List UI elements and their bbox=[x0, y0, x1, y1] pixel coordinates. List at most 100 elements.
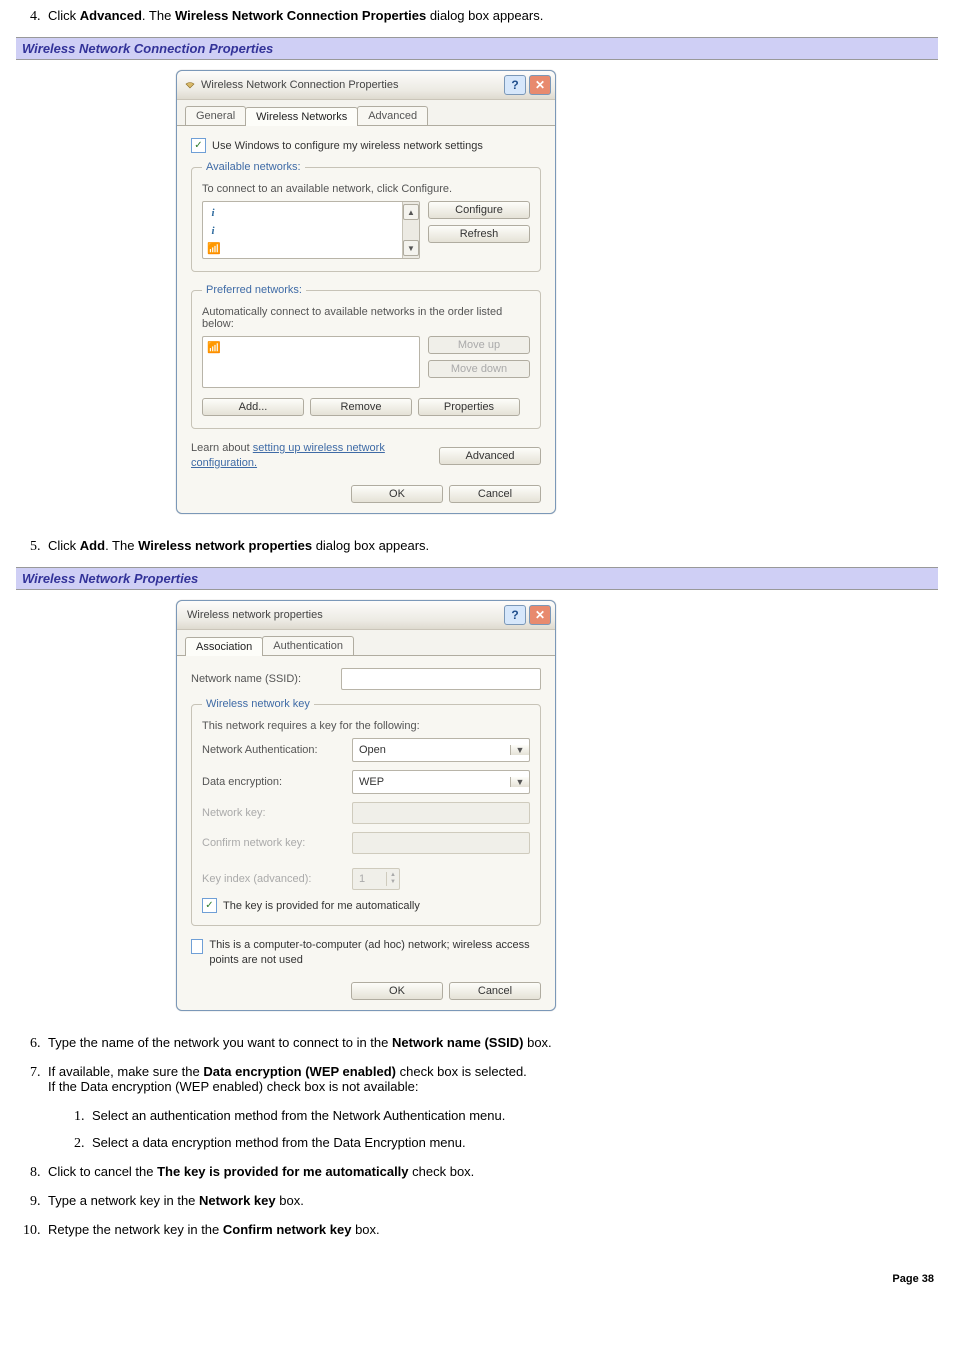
bold-text: The key is provided for me automatically bbox=[157, 1164, 408, 1179]
connection-properties-dialog: Wireless Network Connection Properties ?… bbox=[176, 70, 556, 514]
step-6: Type the name of the network you want to… bbox=[44, 1035, 938, 1052]
step-5: Click Add. The Wireless network properti… bbox=[44, 538, 938, 555]
step-7-sub-1: Select an authentication method from the… bbox=[88, 1108, 938, 1125]
network-item[interactable]: 📶 bbox=[207, 339, 415, 357]
advanced-button[interactable]: Advanced bbox=[439, 447, 541, 465]
wireless-key-fieldset: Wireless network key This network requir… bbox=[191, 698, 541, 926]
bold-text: Network name (SSID) bbox=[392, 1035, 523, 1050]
dialog-title: Wireless Network Connection Properties bbox=[201, 79, 501, 91]
page-number: Page 38 bbox=[892, 1273, 934, 1285]
tab-wireless-networks[interactable]: Wireless Networks bbox=[245, 107, 358, 126]
data-encryption-label: Data encryption: bbox=[202, 776, 352, 788]
available-networks-list[interactable]: i i 📶 ▲ ▼ bbox=[202, 201, 420, 259]
text: box. bbox=[351, 1222, 379, 1237]
info-icon: i bbox=[207, 204, 219, 222]
step-8: Click to cancel the The key is provided … bbox=[44, 1164, 938, 1181]
step-7: If available, make sure the Data encrypt… bbox=[44, 1064, 938, 1152]
section-header-connection-properties: Wireless Network Connection Properties bbox=[16, 37, 938, 60]
properties-button[interactable]: Properties bbox=[418, 398, 520, 416]
step-7-sub-2: Select a data encryption method from the… bbox=[88, 1135, 938, 1152]
titlebar: Wireless Network Connection Properties ?… bbox=[177, 71, 555, 100]
key-index-value: 1 bbox=[359, 873, 365, 885]
ok-button[interactable]: OK bbox=[351, 982, 443, 1000]
step-10: Retype the network key in the Confirm ne… bbox=[44, 1222, 938, 1239]
bold-text: Wireless network properties bbox=[138, 538, 312, 553]
dialog1-screenshot: Wireless Network Connection Properties ?… bbox=[16, 70, 938, 514]
scroll-up-button[interactable]: ▲ bbox=[403, 204, 419, 220]
text: . The bbox=[142, 8, 175, 23]
key-index-spinner[interactable]: 1 ▲▼ bbox=[352, 868, 400, 890]
help-button[interactable]: ? bbox=[504, 605, 526, 625]
add-button[interactable]: Add... bbox=[202, 398, 304, 416]
bold-text: Network key bbox=[199, 1193, 276, 1208]
bold-text: Add bbox=[80, 538, 105, 553]
key-index-label: Key index (advanced): bbox=[202, 873, 352, 885]
text: Click bbox=[48, 538, 80, 553]
ok-button[interactable]: OK bbox=[351, 485, 443, 503]
wireless-key-text: This network requires a key for the foll… bbox=[202, 720, 530, 732]
network-item[interactable]: i bbox=[207, 222, 398, 240]
network-key-label: Network key: bbox=[202, 807, 352, 819]
tab-authentication[interactable]: Authentication bbox=[262, 636, 354, 655]
move-up-button[interactable]: Move up bbox=[428, 336, 530, 354]
chevron-down-icon: ▼ bbox=[510, 777, 529, 787]
text: Click bbox=[48, 8, 80, 23]
configure-button[interactable]: Configure bbox=[428, 201, 530, 219]
bold-text: Wireless Network Connection Properties bbox=[175, 8, 426, 23]
network-auth-combo[interactable]: Open ▼ bbox=[352, 738, 530, 762]
tab-association[interactable]: Association bbox=[185, 637, 263, 656]
remove-button[interactable]: Remove bbox=[310, 398, 412, 416]
scroll-down-button[interactable]: ▼ bbox=[403, 240, 419, 256]
auto-key-label: The key is provided for me automatically bbox=[223, 900, 420, 912]
antenna-icon: 📶 bbox=[207, 339, 219, 357]
tab-advanced[interactable]: Advanced bbox=[357, 106, 428, 125]
dialog-title: Wireless network properties bbox=[187, 609, 501, 621]
network-item[interactable]: 📶 bbox=[207, 240, 398, 258]
preferred-networks-legend: Preferred networks: bbox=[202, 284, 306, 296]
text: Click to cancel the bbox=[48, 1164, 157, 1179]
ssid-label: Network name (SSID): bbox=[191, 673, 341, 685]
text: box. bbox=[523, 1035, 551, 1050]
confirm-key-input[interactable] bbox=[352, 832, 530, 854]
help-button[interactable]: ? bbox=[504, 75, 526, 95]
titlebar: Wireless network properties ? ✕ bbox=[177, 601, 555, 630]
bold-text: Data encryption (WEP enabled) bbox=[203, 1064, 396, 1079]
text: dialog box appears. bbox=[426, 8, 543, 23]
preferred-networks-text: Automatically connect to available netwo… bbox=[202, 306, 530, 330]
text: dialog box appears. bbox=[312, 538, 429, 553]
text: Type the name of the network you want to… bbox=[48, 1035, 392, 1050]
network-key-input[interactable] bbox=[352, 802, 530, 824]
step-9: Type a network key in the Network key bo… bbox=[44, 1193, 938, 1210]
data-encryption-combo[interactable]: WEP ▼ bbox=[352, 770, 530, 794]
text: . The bbox=[105, 538, 138, 553]
text: check box is selected. bbox=[396, 1064, 527, 1079]
move-down-button[interactable]: Move down bbox=[428, 360, 530, 378]
adhoc-label: This is a computer-to-computer (ad hoc) … bbox=[209, 938, 541, 968]
ssid-input[interactable] bbox=[341, 668, 541, 690]
bold-text: Advanced bbox=[80, 8, 142, 23]
wireless-key-legend: Wireless network key bbox=[202, 698, 314, 710]
network-auth-label: Network Authentication: bbox=[202, 744, 352, 756]
use-windows-checkbox[interactable]: ✓ bbox=[191, 138, 206, 153]
tab-general[interactable]: General bbox=[185, 106, 246, 125]
data-encryption-value: WEP bbox=[353, 776, 510, 788]
learn-about-text: Learn about setting up wireless network … bbox=[191, 441, 429, 471]
close-button[interactable]: ✕ bbox=[529, 75, 551, 95]
text: Type a network key in the bbox=[48, 1193, 199, 1208]
use-windows-label: Use Windows to configure my wireless net… bbox=[212, 140, 483, 152]
spinner-down-icon: ▼ bbox=[386, 879, 399, 886]
antenna-icon: 📶 bbox=[207, 240, 219, 258]
chevron-down-icon: ▼ bbox=[510, 745, 529, 755]
refresh-button[interactable]: Refresh bbox=[428, 225, 530, 243]
step-4: Click Advanced. The Wireless Network Con… bbox=[44, 8, 938, 25]
close-button[interactable]: ✕ bbox=[529, 605, 551, 625]
scrollbar[interactable]: ▲ ▼ bbox=[402, 202, 419, 258]
preferred-networks-list[interactable]: 📶 bbox=[202, 336, 420, 388]
adhoc-checkbox[interactable]: ✓ bbox=[191, 939, 203, 954]
wireless-icon bbox=[183, 78, 197, 92]
auto-key-checkbox[interactable]: ✓ bbox=[202, 898, 217, 913]
cancel-button[interactable]: Cancel bbox=[449, 982, 541, 1000]
network-item[interactable]: i bbox=[207, 204, 398, 222]
preferred-networks-fieldset: Preferred networks: Automatically connec… bbox=[191, 284, 541, 429]
cancel-button[interactable]: Cancel bbox=[449, 485, 541, 503]
